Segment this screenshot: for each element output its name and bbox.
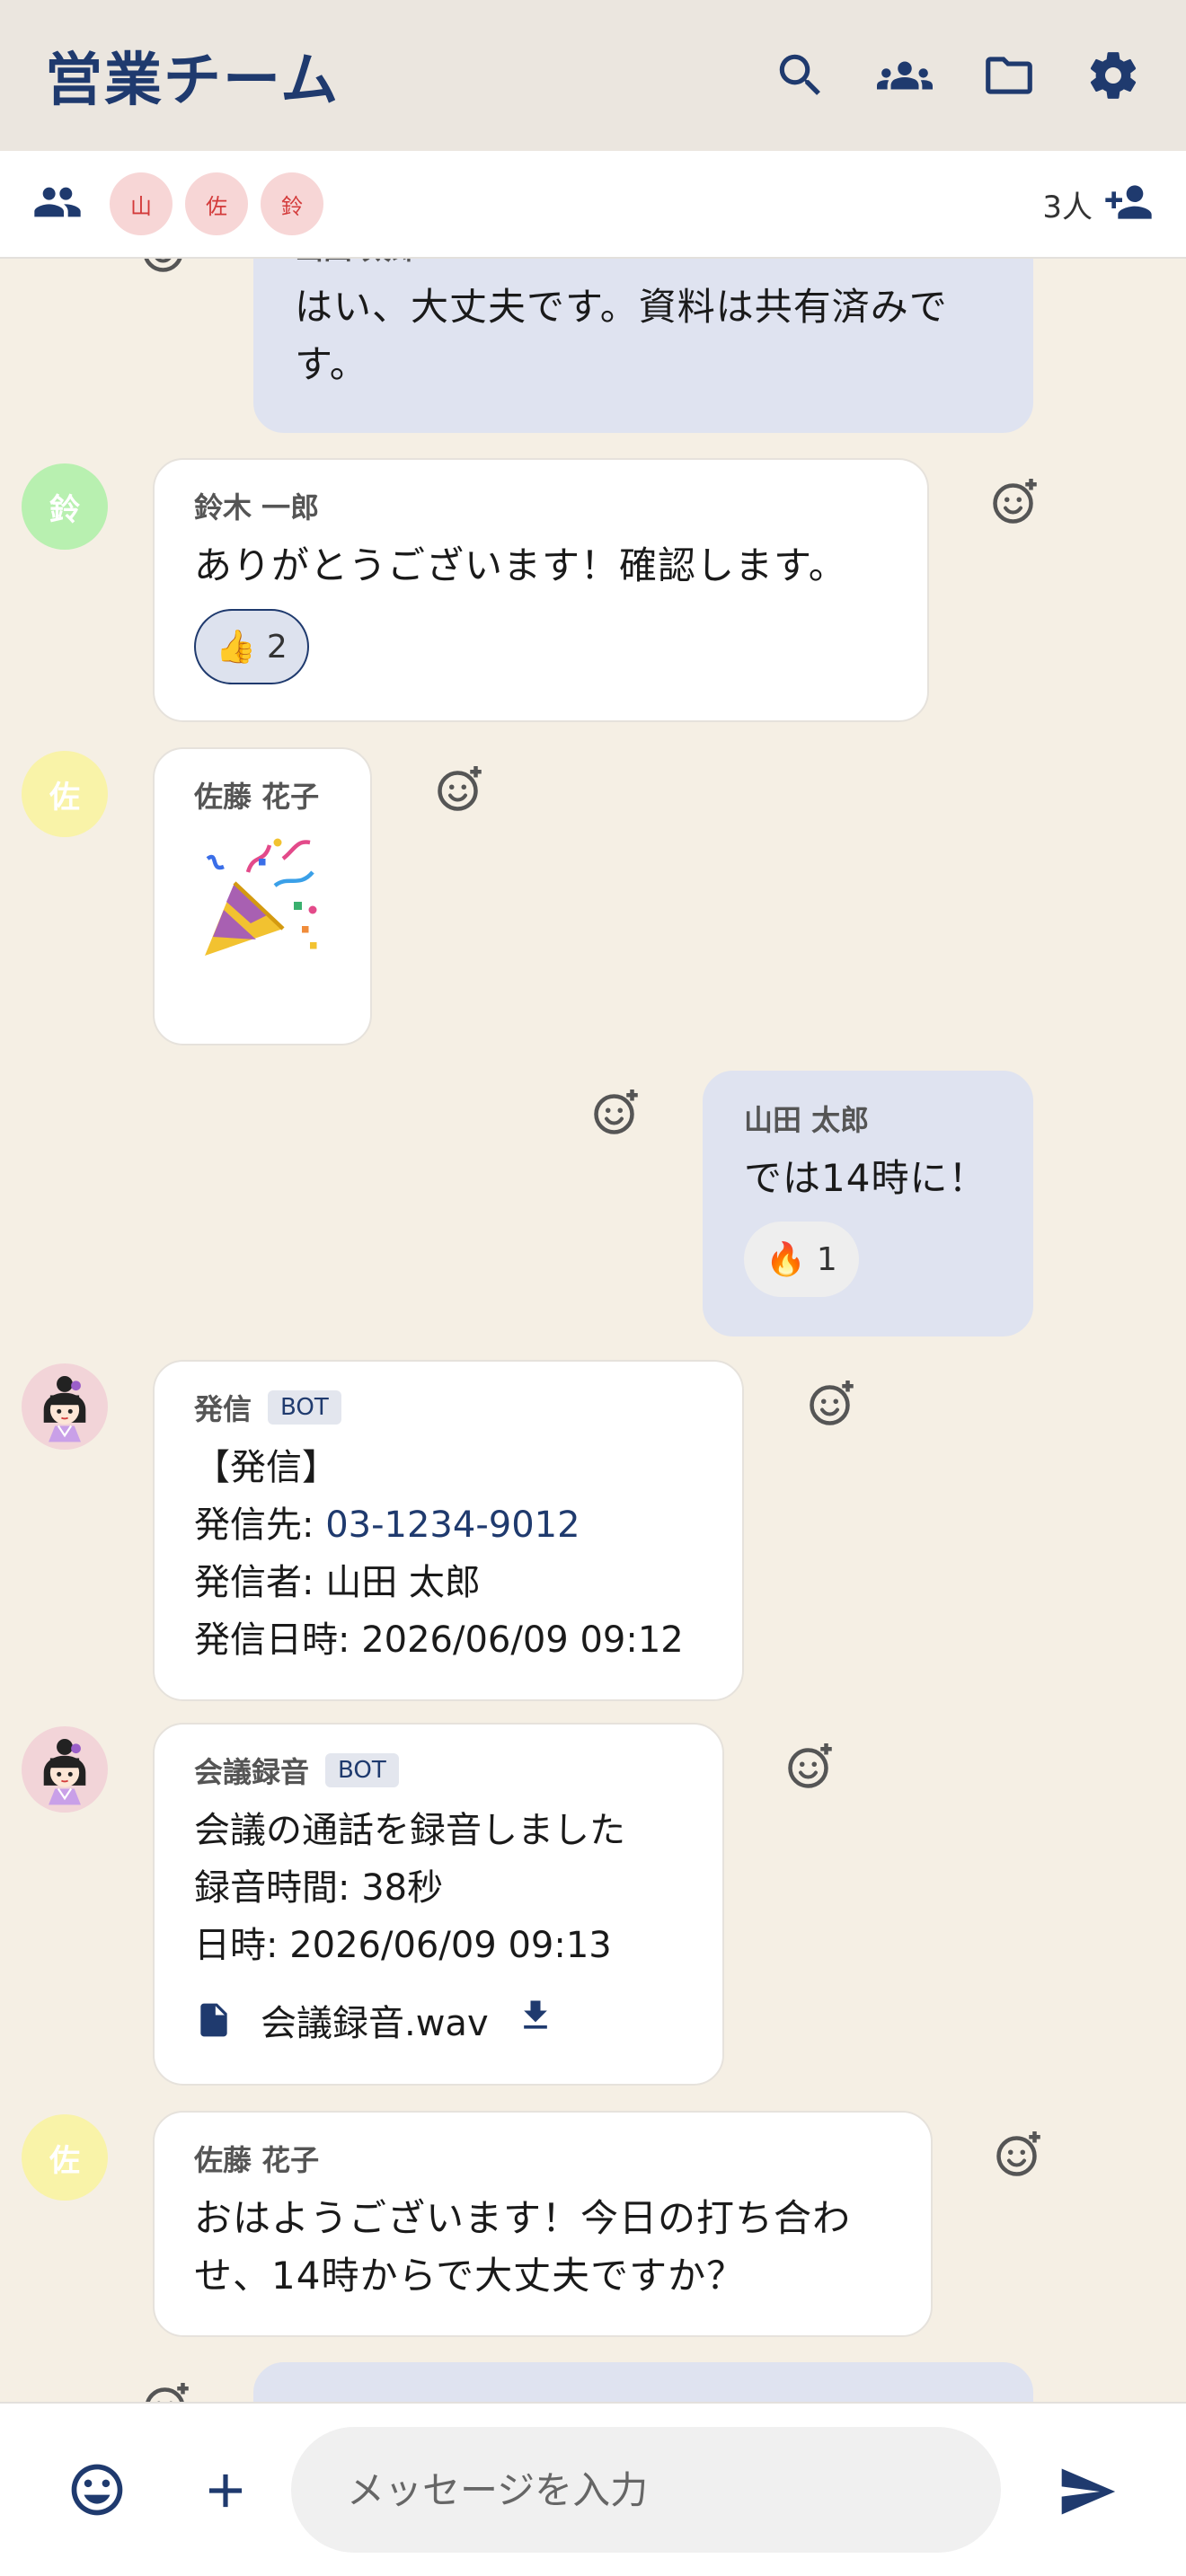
message-text: はい、大丈夫です。資料は共有済みです。 <box>295 285 948 386</box>
add-reaction-icon[interactable] <box>988 474 1042 528</box>
chat-area[interactable]: 山田 太郎 はい、大丈夫です。資料は共有済みです。 鈴 鈴木 一郎 ありがとうご… <box>0 259 1186 2402</box>
reaction-count: 1 <box>816 1240 837 1278</box>
dial-to-label: 発信先: <box>194 1504 326 1546</box>
message-composer <box>0 2402 1186 2576</box>
members-icon[interactable] <box>32 177 83 231</box>
message-sender: 山田 太郎 <box>295 259 992 268</box>
message-bubble[interactable]: 鈴木 一郎 ありがとうございます！確認します。 👍 2 <box>153 458 929 722</box>
message-text: では14時に！ <box>744 1156 987 1200</box>
message-bubble[interactable]: 山田 太郎 では14時に！ 🔥 1 <box>703 1071 1033 1337</box>
member-chip[interactable]: 山 <box>110 172 173 235</box>
page-title: 営業チーム <box>45 48 341 114</box>
sender-name: 会議録音 <box>194 1755 310 1789</box>
file-attachment[interactable]: 会議録音.wav <box>194 1994 683 2046</box>
avatar[interactable]: 鈴 <box>22 463 108 550</box>
avatar-initial: 佐 <box>49 779 80 816</box>
avatar-initial: 鈴 <box>49 491 80 528</box>
message-bubble[interactable]: 会議録音 BOT 会議の通話を録音しました 録音時間: 38秒 日時: 2026… <box>153 1723 724 2086</box>
bot-badge: BOT <box>268 1390 341 1425</box>
message-line: 発信者: 山田 太郎 <box>194 1562 481 1603</box>
send-icon[interactable] <box>1057 2461 1118 2526</box>
emoji-icon[interactable] <box>66 2459 128 2524</box>
message-sender: 発信 BOT <box>194 1387 703 1428</box>
file-name: 会議録音.wav <box>261 2003 489 2044</box>
add-reaction-icon[interactable] <box>589 1085 643 1139</box>
sender-name: 発信 <box>194 1392 252 1426</box>
message-bubble[interactable]: 佐藤 花子 <box>153 747 372 1045</box>
add-member-icon[interactable] <box>1103 177 1154 231</box>
message-bubble[interactable]: 山田 太郎 はい、大丈夫です。資料は共有済みです。 <box>253 259 1033 433</box>
member-chip[interactable]: 佐 <box>185 172 248 235</box>
party-popper-sticker <box>194 832 329 966</box>
message-line: 録音時間: 38秒 <box>194 1867 444 1909</box>
message-bubble[interactable]: 発信 BOT 【発信】 発信先: 03-1234-9012 発信者: 山田 太郎… <box>153 1360 744 1701</box>
bot-avatar-image <box>43 1375 86 1442</box>
add-reaction-icon[interactable] <box>140 2378 194 2402</box>
member-chip[interactable]: 鈴 <box>261 172 323 235</box>
group-icon[interactable] <box>877 48 933 103</box>
avatar[interactable]: 佐 <box>22 2114 108 2201</box>
add-reaction-icon[interactable] <box>783 1739 837 1793</box>
header-actions <box>773 48 1141 103</box>
add-reaction-icon[interactable] <box>805 1376 859 1430</box>
search-icon[interactable] <box>773 48 828 103</box>
message-bubble[interactable] <box>253 2362 1033 2402</box>
folder-icon[interactable] <box>981 48 1037 103</box>
reaction-chip[interactable]: 🔥 1 <box>744 1222 859 1297</box>
message-line: 発信先: 03-1234-9012 <box>194 1496 703 1554</box>
add-reaction-icon[interactable] <box>138 259 192 277</box>
member-count: 3人 <box>1042 189 1093 225</box>
bot-avatar-image <box>43 1738 86 1805</box>
message-line: 【発信】 <box>194 1447 338 1488</box>
message-bubble[interactable]: 佐藤 花子 おはようございます！今日の打ち合わせ、14時からで大丈夫ですか？ <box>153 2111 933 2337</box>
avatar[interactable]: 佐 <box>22 751 108 837</box>
message-input[interactable] <box>291 2427 1001 2553</box>
download-icon[interactable] <box>516 1996 555 2044</box>
reaction-emoji: 🔥 <box>766 1241 806 1278</box>
bot-avatar[interactable] <box>22 1726 108 1813</box>
bot-badge: BOT <box>325 1753 399 1787</box>
add-reaction-icon[interactable] <box>433 762 487 816</box>
gear-icon[interactable] <box>1085 48 1141 103</box>
message-sender: 佐藤 花子 <box>194 2143 320 2177</box>
phone-link[interactable]: 03-1234-9012 <box>325 1504 580 1546</box>
message-sender: 鈴木 一郎 <box>194 490 320 525</box>
member-chips: 山 佐 鈴 <box>110 172 1042 235</box>
message-sender: 佐藤 花子 <box>194 780 320 814</box>
message-text: おはようございます！今日の打ち合わせ、14時からで大丈夫ですか？ <box>194 2196 852 2298</box>
message-line: 会議の通話を録音しました <box>194 1810 625 1851</box>
message-line: 発信日時: 2026/06/09 09:12 <box>194 1619 684 1661</box>
message-line: 日時: 2026/06/09 09:13 <box>194 1925 612 1966</box>
message-sender: 山田 太郎 <box>744 1103 870 1137</box>
reaction-emoji: 👍 <box>216 629 256 666</box>
app-header: 営業チーム <box>0 0 1186 151</box>
bot-avatar[interactable] <box>22 1363 108 1450</box>
plus-icon[interactable] <box>198 2463 253 2522</box>
avatar-initial: 佐 <box>49 2142 80 2179</box>
reaction-count: 2 <box>266 628 288 666</box>
reaction-chip[interactable]: 👍 2 <box>194 609 309 684</box>
members-bar: 山 佐 鈴 3人 <box>0 151 1186 259</box>
message-sender: 会議録音 BOT <box>194 1750 683 1791</box>
message-text: ありがとうございます！確認します。 <box>194 543 847 587</box>
file-icon <box>200 2003 227 2037</box>
add-reaction-icon[interactable] <box>992 2127 1046 2181</box>
